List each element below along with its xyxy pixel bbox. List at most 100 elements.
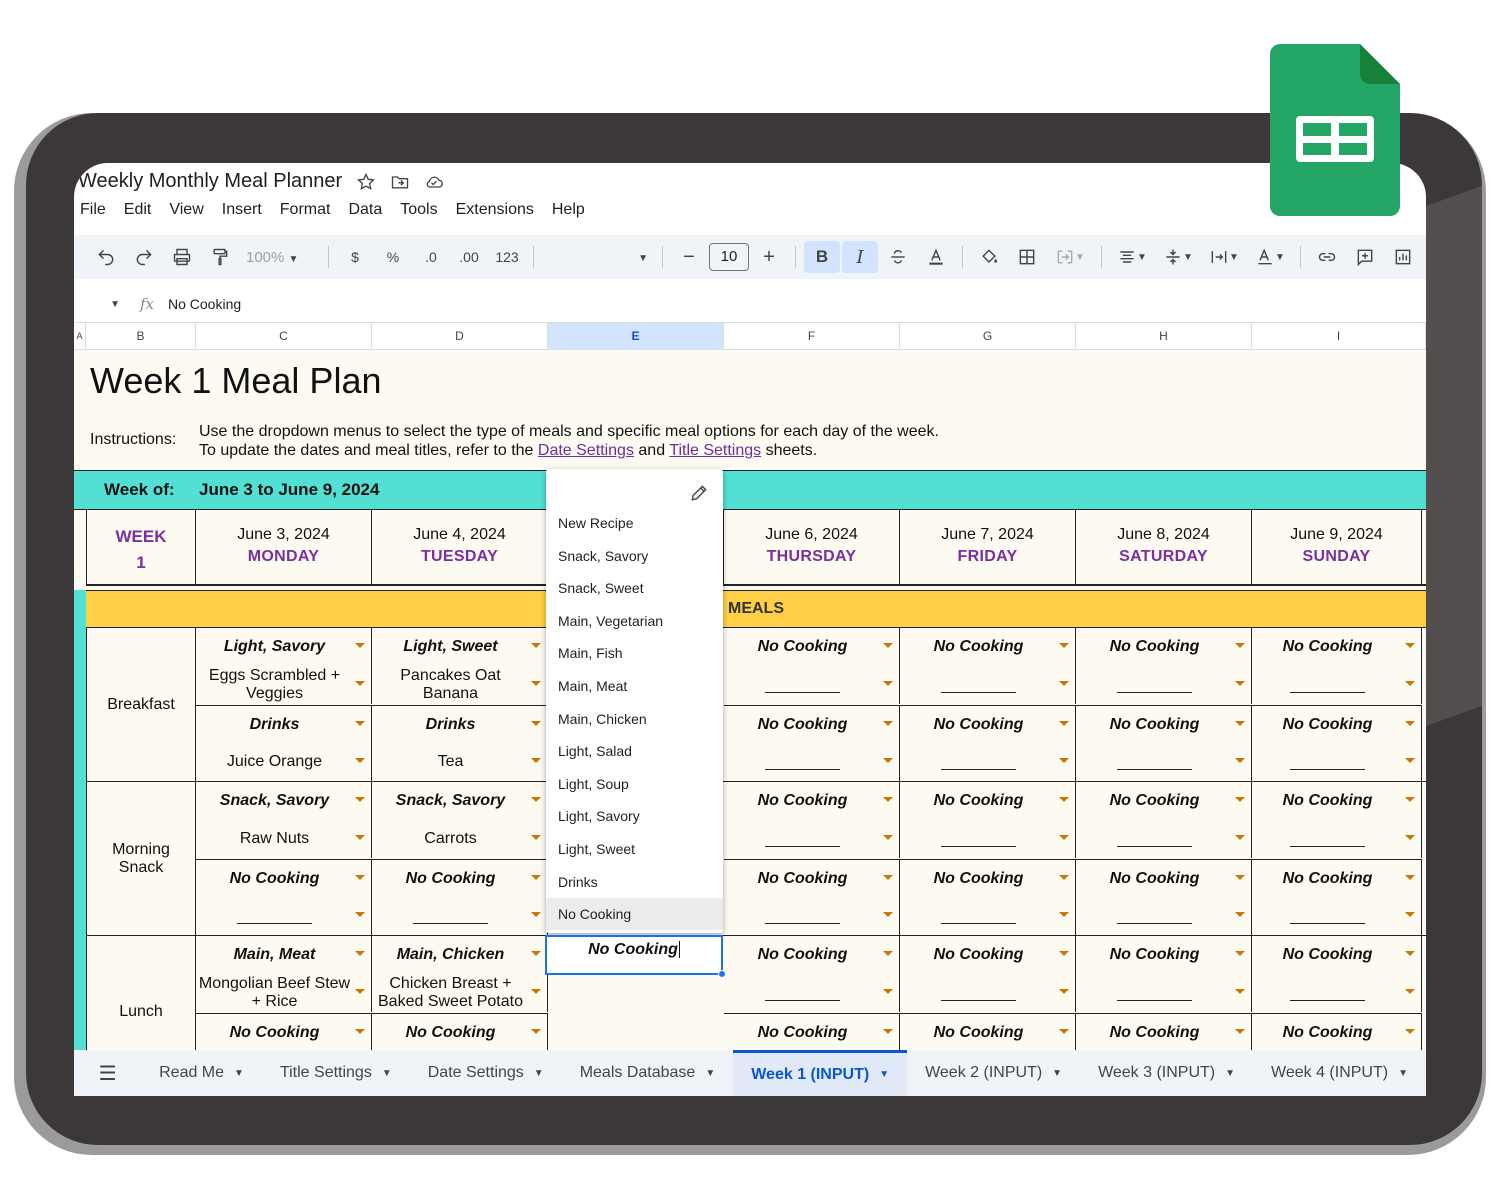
menu-view[interactable]: View [169, 201, 203, 219]
meal-cell-cat[interactable]: No Cooking [1252, 1013, 1422, 1050]
sheet-tab[interactable]: Date Settings ▼ [410, 1050, 562, 1096]
dropdown-arrow-icon[interactable] [883, 951, 893, 956]
dropdown-arrow-icon[interactable] [883, 797, 893, 802]
sheet-tab[interactable]: Week 4 (INPUT) ▼ [1253, 1050, 1426, 1096]
meal-cell-cat[interactable]: No Cooking [900, 1013, 1076, 1050]
dropdown-arrow-icon[interactable] [1235, 1029, 1245, 1034]
meal-cell-cat[interactable]: Main, Chicken [372, 936, 548, 974]
text-wrap-button[interactable]: ▼ [1202, 241, 1246, 273]
dropdown-option[interactable]: Main, Meat [546, 670, 723, 702]
dropdown-option[interactable]: New Recipe [546, 507, 723, 539]
dropdown-arrow-icon[interactable] [531, 835, 541, 840]
sheet-tab[interactable]: Week 2 (INPUT) ▼ [907, 1050, 1080, 1096]
meal-cell-cat[interactable]: No Cooking [1252, 782, 1422, 820]
dropdown-arrow-icon[interactable] [1405, 875, 1415, 880]
meal-cell-cat[interactable]: No Cooking [1076, 782, 1252, 820]
dropdown-arrow-icon[interactable] [531, 721, 541, 726]
meal-cell-opt[interactable] [900, 820, 1076, 858]
increase-decimal-button[interactable]: .00 [451, 241, 487, 273]
meal-cell-opt[interactable] [1076, 820, 1252, 858]
dropdown-arrow-icon[interactable] [1059, 797, 1069, 802]
redo-button[interactable] [126, 241, 162, 273]
move-folder-icon[interactable] [390, 172, 410, 192]
dropdown-option[interactable]: Drinks [546, 866, 723, 898]
meal-cell-cat[interactable]: No Cooking [1076, 705, 1252, 743]
dropdown-arrow-icon[interactable] [1059, 951, 1069, 956]
meal-cell-opt[interactable]: Raw Nuts [196, 820, 372, 858]
dropdown-option[interactable]: Light, Salad [546, 735, 723, 767]
number-format-button[interactable]: 123 [489, 241, 525, 273]
dropdown-arrow-icon[interactable] [1405, 643, 1415, 648]
dropdown-option[interactable]: Main, Fish [546, 637, 723, 669]
chevron-down-icon[interactable]: ▼ [705, 1068, 715, 1079]
dropdown-arrow-icon[interactable] [1405, 912, 1415, 917]
all-sheets-menu-icon[interactable]: ☰ [74, 1061, 141, 1086]
meal-cell-opt[interactable] [900, 974, 1076, 1012]
meal-cell-opt[interactable]: Mongolian Beef Stew + Rice [196, 974, 372, 1012]
meal-cell-opt[interactable] [724, 743, 900, 781]
dropdown-arrow-icon[interactable] [1235, 912, 1245, 917]
dropdown-arrow-icon[interactable] [355, 912, 365, 917]
formula-input[interactable]: No Cooking [168, 296, 241, 312]
dropdown-arrow-icon[interactable] [1059, 989, 1069, 994]
column-header-g[interactable]: G [900, 323, 1076, 350]
meal-cell-cat[interactable]: Drinks [372, 705, 548, 743]
active-cell-editor[interactable]: No Cooking [545, 935, 726, 978]
chevron-down-icon[interactable]: ▼ [1225, 1068, 1235, 1079]
dropdown-arrow-icon[interactable] [1235, 875, 1245, 880]
column-header-f[interactable]: F [724, 323, 900, 350]
vertical-align-button[interactable]: ▼ [1156, 241, 1200, 273]
dropdown-arrow-icon[interactable] [1059, 643, 1069, 648]
dropdown-arrow-icon[interactable] [1059, 681, 1069, 686]
meal-cell-cat[interactable]: No Cooking [900, 628, 1076, 666]
meal-cell-cat[interactable]: Main, Meat [196, 936, 372, 974]
column-header-b[interactable]: B [86, 323, 196, 350]
meal-cell-cat[interactable]: No Cooking [1252, 705, 1422, 743]
dropdown-arrow-icon[interactable] [1235, 758, 1245, 763]
sheet-tab[interactable]: Read Me ▼ [141, 1050, 262, 1096]
meal-cell-cat[interactable]: No Cooking [1076, 859, 1252, 897]
text-rotation-button[interactable]: ▼ [1248, 241, 1292, 273]
meal-cell-cat[interactable]: No Cooking [724, 782, 900, 820]
percent-button[interactable]: % [375, 241, 411, 273]
font-family-select[interactable]: ▼ [542, 241, 654, 273]
dropdown-arrow-icon[interactable] [1235, 681, 1245, 686]
meal-cell-cat[interactable]: No Cooking [724, 859, 900, 897]
meal-cell-cat[interactable]: No Cooking [1076, 628, 1252, 666]
meal-cell-cat[interactable]: Light, Sweet [372, 628, 548, 666]
dropdown-arrow-icon[interactable] [355, 721, 365, 726]
zoom-select[interactable]: 100% ▼ [240, 249, 320, 266]
undo-button[interactable] [88, 241, 124, 273]
day-header-cell[interactable]: June 6, 2024 THURSDAY [724, 510, 900, 584]
title-settings-link[interactable]: Title Settings [669, 442, 761, 459]
meal-cell-opt[interactable] [900, 897, 1076, 935]
meal-cell-cat[interactable]: No Cooking [1252, 859, 1422, 897]
insert-comment-button[interactable] [1347, 241, 1383, 273]
dropdown-arrow-icon[interactable] [355, 951, 365, 956]
meal-cell-opt[interactable] [724, 666, 900, 704]
menu-insert[interactable]: Insert [222, 201, 262, 219]
dropdown-option[interactable]: Light, Savory [546, 800, 723, 832]
dropdown-arrow-icon[interactable] [355, 758, 365, 763]
decrease-font-size-button[interactable]: − [671, 241, 707, 273]
cloud-status-icon[interactable] [424, 172, 444, 192]
dropdown-arrow-icon[interactable] [883, 912, 893, 917]
dropdown-arrow-icon[interactable] [1405, 1029, 1415, 1034]
dropdown-arrow-icon[interactable] [883, 989, 893, 994]
column-header-e[interactable]: E [548, 323, 724, 350]
meal-cell-cat[interactable]: Snack, Savory [196, 782, 372, 820]
sheet-tab[interactable]: Week 3 (INPUT) ▼ [1080, 1050, 1253, 1096]
dropdown-arrow-icon[interactable] [883, 835, 893, 840]
day-header-cell[interactable]: June 7, 2024 FRIDAY [900, 510, 1076, 584]
meal-cell-cat[interactable]: No Cooking [900, 859, 1076, 897]
chevron-down-icon[interactable]: ▼ [1052, 1068, 1062, 1079]
meal-cell-opt[interactable] [1076, 666, 1252, 704]
dropdown-arrow-icon[interactable] [531, 758, 541, 763]
dropdown-arrow-icon[interactable] [1059, 835, 1069, 840]
decrease-decimal-button[interactable]: .0 [413, 241, 449, 273]
meal-cell-opt[interactable] [372, 897, 548, 935]
dropdown-arrow-icon[interactable] [883, 721, 893, 726]
meal-cell-opt[interactable] [900, 666, 1076, 704]
dropdown-arrow-icon[interactable] [1235, 951, 1245, 956]
borders-button[interactable] [1009, 241, 1045, 273]
